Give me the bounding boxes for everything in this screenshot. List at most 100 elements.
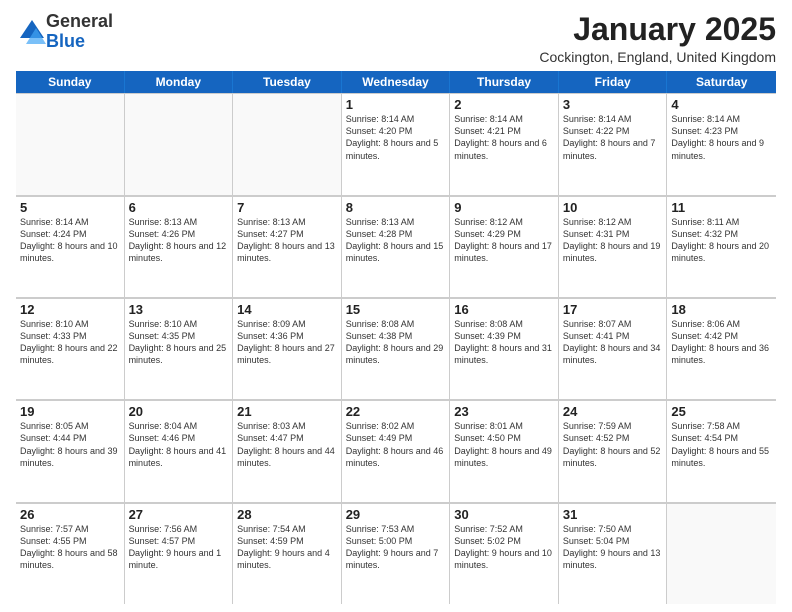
calendar: SundayMondayTuesdayWednesdayThursdayFrid…: [16, 71, 776, 604]
calendar-week-2: 5Sunrise: 8:14 AM Sunset: 4:24 PM Daylig…: [16, 196, 776, 298]
day-number: 11: [671, 200, 772, 215]
day-info: Sunrise: 8:07 AM Sunset: 4:41 PM Dayligh…: [563, 318, 663, 367]
calendar-cell: 14Sunrise: 8:09 AM Sunset: 4:36 PM Dayli…: [233, 298, 342, 399]
calendar-cell: 10Sunrise: 8:12 AM Sunset: 4:31 PM Dayli…: [559, 196, 668, 297]
day-info: Sunrise: 8:08 AM Sunset: 4:38 PM Dayligh…: [346, 318, 446, 367]
logo: General Blue: [16, 12, 113, 52]
calendar-cell: 12Sunrise: 8:10 AM Sunset: 4:33 PM Dayli…: [16, 298, 125, 399]
day-info: Sunrise: 8:14 AM Sunset: 4:20 PM Dayligh…: [346, 113, 446, 162]
day-number: 9: [454, 200, 554, 215]
day-number: 16: [454, 302, 554, 317]
calendar-cell: 30Sunrise: 7:52 AM Sunset: 5:02 PM Dayli…: [450, 503, 559, 604]
page: General Blue January 2025 Cockington, En…: [0, 0, 792, 612]
day-number: 23: [454, 404, 554, 419]
day-number: 19: [20, 404, 120, 419]
day-number: 6: [129, 200, 229, 215]
day-number: 17: [563, 302, 663, 317]
calendar-cell: [667, 503, 776, 604]
calendar-cell: 29Sunrise: 7:53 AM Sunset: 5:00 PM Dayli…: [342, 503, 451, 604]
calendar-cell: 1Sunrise: 8:14 AM Sunset: 4:20 PM Daylig…: [342, 93, 451, 194]
day-number: 27: [129, 507, 229, 522]
day-info: Sunrise: 8:14 AM Sunset: 4:22 PM Dayligh…: [563, 113, 663, 162]
day-info: Sunrise: 8:10 AM Sunset: 4:35 PM Dayligh…: [129, 318, 229, 367]
month-title: January 2025: [539, 12, 776, 47]
calendar-cell: 9Sunrise: 8:12 AM Sunset: 4:29 PM Daylig…: [450, 196, 559, 297]
logo-icon: [18, 18, 46, 46]
header-day-friday: Friday: [559, 71, 668, 93]
day-number: 14: [237, 302, 337, 317]
calendar-cell: 28Sunrise: 7:54 AM Sunset: 4:59 PM Dayli…: [233, 503, 342, 604]
day-info: Sunrise: 8:14 AM Sunset: 4:21 PM Dayligh…: [454, 113, 554, 162]
calendar-cell: [125, 93, 234, 194]
calendar-cell: 17Sunrise: 8:07 AM Sunset: 4:41 PM Dayli…: [559, 298, 668, 399]
day-number: 18: [671, 302, 772, 317]
day-number: 21: [237, 404, 337, 419]
day-info: Sunrise: 8:12 AM Sunset: 4:29 PM Dayligh…: [454, 216, 554, 265]
calendar-cell: 27Sunrise: 7:56 AM Sunset: 4:57 PM Dayli…: [125, 503, 234, 604]
logo-text: General Blue: [46, 12, 113, 52]
day-number: 4: [671, 97, 772, 112]
header-day-monday: Monday: [125, 71, 234, 93]
calendar-cell: [233, 93, 342, 194]
day-number: 26: [20, 507, 120, 522]
day-number: 20: [129, 404, 229, 419]
calendar-cell: 8Sunrise: 8:13 AM Sunset: 4:28 PM Daylig…: [342, 196, 451, 297]
calendar-cell: 26Sunrise: 7:57 AM Sunset: 4:55 PM Dayli…: [16, 503, 125, 604]
calendar-week-3: 12Sunrise: 8:10 AM Sunset: 4:33 PM Dayli…: [16, 298, 776, 400]
calendar-cell: 19Sunrise: 8:05 AM Sunset: 4:44 PM Dayli…: [16, 400, 125, 501]
day-info: Sunrise: 8:08 AM Sunset: 4:39 PM Dayligh…: [454, 318, 554, 367]
day-info: Sunrise: 7:50 AM Sunset: 5:04 PM Dayligh…: [563, 523, 663, 572]
calendar-cell: 5Sunrise: 8:14 AM Sunset: 4:24 PM Daylig…: [16, 196, 125, 297]
calendar-cell: 11Sunrise: 8:11 AM Sunset: 4:32 PM Dayli…: [667, 196, 776, 297]
header-day-tuesday: Tuesday: [233, 71, 342, 93]
day-info: Sunrise: 8:11 AM Sunset: 4:32 PM Dayligh…: [671, 216, 772, 265]
day-number: 30: [454, 507, 554, 522]
header: General Blue January 2025 Cockington, En…: [16, 12, 776, 65]
day-info: Sunrise: 8:13 AM Sunset: 4:27 PM Dayligh…: [237, 216, 337, 265]
calendar-week-4: 19Sunrise: 8:05 AM Sunset: 4:44 PM Dayli…: [16, 400, 776, 502]
calendar-cell: 15Sunrise: 8:08 AM Sunset: 4:38 PM Dayli…: [342, 298, 451, 399]
day-info: Sunrise: 8:03 AM Sunset: 4:47 PM Dayligh…: [237, 420, 337, 469]
calendar-week-5: 26Sunrise: 7:57 AM Sunset: 4:55 PM Dayli…: [16, 503, 776, 604]
day-info: Sunrise: 8:01 AM Sunset: 4:50 PM Dayligh…: [454, 420, 554, 469]
day-number: 13: [129, 302, 229, 317]
calendar-header: SundayMondayTuesdayWednesdayThursdayFrid…: [16, 71, 776, 93]
calendar-cell: 6Sunrise: 8:13 AM Sunset: 4:26 PM Daylig…: [125, 196, 234, 297]
calendar-cell: 7Sunrise: 8:13 AM Sunset: 4:27 PM Daylig…: [233, 196, 342, 297]
day-number: 8: [346, 200, 446, 215]
day-info: Sunrise: 8:10 AM Sunset: 4:33 PM Dayligh…: [20, 318, 120, 367]
day-number: 1: [346, 97, 446, 112]
day-number: 29: [346, 507, 446, 522]
day-info: Sunrise: 8:06 AM Sunset: 4:42 PM Dayligh…: [671, 318, 772, 367]
location: Cockington, England, United Kingdom: [539, 49, 776, 65]
calendar-cell: 4Sunrise: 8:14 AM Sunset: 4:23 PM Daylig…: [667, 93, 776, 194]
calendar-cell: 23Sunrise: 8:01 AM Sunset: 4:50 PM Dayli…: [450, 400, 559, 501]
day-number: 2: [454, 97, 554, 112]
calendar-week-1: 1Sunrise: 8:14 AM Sunset: 4:20 PM Daylig…: [16, 93, 776, 195]
day-info: Sunrise: 7:59 AM Sunset: 4:52 PM Dayligh…: [563, 420, 663, 469]
day-number: 10: [563, 200, 663, 215]
day-info: Sunrise: 8:14 AM Sunset: 4:24 PM Dayligh…: [20, 216, 120, 265]
day-info: Sunrise: 8:04 AM Sunset: 4:46 PM Dayligh…: [129, 420, 229, 469]
calendar-cell: 25Sunrise: 7:58 AM Sunset: 4:54 PM Dayli…: [667, 400, 776, 501]
day-info: Sunrise: 7:54 AM Sunset: 4:59 PM Dayligh…: [237, 523, 337, 572]
header-day-sunday: Sunday: [16, 71, 125, 93]
day-number: 7: [237, 200, 337, 215]
calendar-cell: 20Sunrise: 8:04 AM Sunset: 4:46 PM Dayli…: [125, 400, 234, 501]
day-info: Sunrise: 7:56 AM Sunset: 4:57 PM Dayligh…: [129, 523, 229, 572]
header-day-thursday: Thursday: [450, 71, 559, 93]
day-info: Sunrise: 8:13 AM Sunset: 4:26 PM Dayligh…: [129, 216, 229, 265]
day-number: 12: [20, 302, 120, 317]
day-info: Sunrise: 8:05 AM Sunset: 4:44 PM Dayligh…: [20, 420, 120, 469]
calendar-cell: 18Sunrise: 8:06 AM Sunset: 4:42 PM Dayli…: [667, 298, 776, 399]
day-info: Sunrise: 8:09 AM Sunset: 4:36 PM Dayligh…: [237, 318, 337, 367]
day-info: Sunrise: 8:12 AM Sunset: 4:31 PM Dayligh…: [563, 216, 663, 265]
calendar-cell: 21Sunrise: 8:03 AM Sunset: 4:47 PM Dayli…: [233, 400, 342, 501]
day-info: Sunrise: 8:02 AM Sunset: 4:49 PM Dayligh…: [346, 420, 446, 469]
calendar-cell: 13Sunrise: 8:10 AM Sunset: 4:35 PM Dayli…: [125, 298, 234, 399]
calendar-cell: 16Sunrise: 8:08 AM Sunset: 4:39 PM Dayli…: [450, 298, 559, 399]
day-number: 28: [237, 507, 337, 522]
calendar-cell: 2Sunrise: 8:14 AM Sunset: 4:21 PM Daylig…: [450, 93, 559, 194]
header-day-wednesday: Wednesday: [342, 71, 451, 93]
day-info: Sunrise: 8:13 AM Sunset: 4:28 PM Dayligh…: [346, 216, 446, 265]
